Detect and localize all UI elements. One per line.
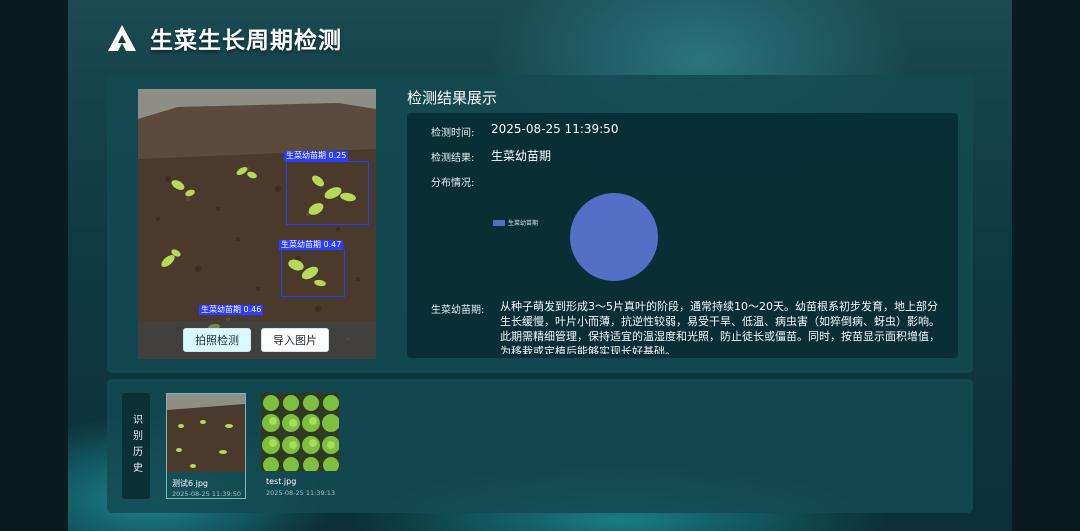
history-tab-label: 识别历史: [130, 414, 142, 478]
photo-toolbar: 拍照检测 导入图片: [138, 321, 376, 359]
description-label: 生菜幼苗期:: [431, 305, 485, 316]
legend-label-1: 生菜幼苗期: [508, 219, 538, 227]
history-panel: 识别历史 测试6.jpg 2025-08-25 11:39:50 test.jp…: [107, 379, 973, 513]
history-thumbnail-2: [261, 393, 339, 471]
detection-result-value: 生菜幼苗期: [491, 149, 552, 163]
detection-label-2: 生菜幼苗期 0.47: [279, 240, 344, 250]
detection-label-1: 生菜幼苗期 0.25: [284, 151, 349, 161]
history-tab[interactable]: 识别历史: [122, 393, 150, 499]
left-margin: [0, 0, 68, 531]
history-thumbnail-1: [167, 394, 245, 472]
import-image-button[interactable]: 导入图片: [261, 328, 329, 352]
history-filename-2: test.jpg: [266, 477, 297, 486]
history-time-2: 2025-08-25 11:39:13: [266, 489, 336, 497]
detection-time-label: 检测时间:: [431, 128, 475, 139]
main-panel: 生菜幼苗期 0.25 生菜幼苗期 0.47 生菜幼苗期 0.46 拍照检测 导入…: [107, 75, 973, 373]
history-time-1: 2025-08-25 11:39:50: [172, 490, 242, 498]
logo-icon: [108, 25, 136, 51]
right-margin: [1012, 0, 1080, 531]
pie-slice-1: [570, 193, 658, 281]
detection-label-3: 生菜幼苗期 0.46: [199, 305, 264, 315]
history-item-1[interactable]: 测试6.jpg 2025-08-25 11:39:50: [166, 393, 246, 499]
detection-result-label: 检测结果:: [431, 153, 475, 164]
history-filename-1: 测试6.jpg: [172, 479, 209, 488]
description-text: 从种子萌发到形成3～5片真叶的阶段，通常持续10～20天。幼苗根系初步发育，地上…: [500, 300, 940, 354]
detection-image: 生菜幼苗期 0.25 生菜幼苗期 0.47 生菜幼苗期 0.46 拍照检测 导入…: [138, 89, 376, 359]
detection-box-2: [281, 249, 345, 297]
distribution-pie-chart: 生菜幼苗期: [493, 193, 658, 281]
app-header: 生菜生长周期检测: [106, 22, 342, 54]
app-title: 生菜生长周期检测: [150, 28, 342, 54]
legend-swatch-1: [493, 220, 505, 226]
results-card: 检测时间: 2025-08-25 11:39:50 检测结果: 生菜幼苗期 分布…: [407, 113, 958, 358]
capture-detect-button[interactable]: 拍照检测: [183, 328, 251, 352]
results-title: 检测结果展示: [407, 89, 498, 107]
detection-box-1: [286, 161, 369, 225]
detection-time-value: 2025-08-25 11:39:50: [491, 122, 619, 136]
history-item-2[interactable]: test.jpg 2025-08-25 11:39:13: [261, 393, 341, 499]
